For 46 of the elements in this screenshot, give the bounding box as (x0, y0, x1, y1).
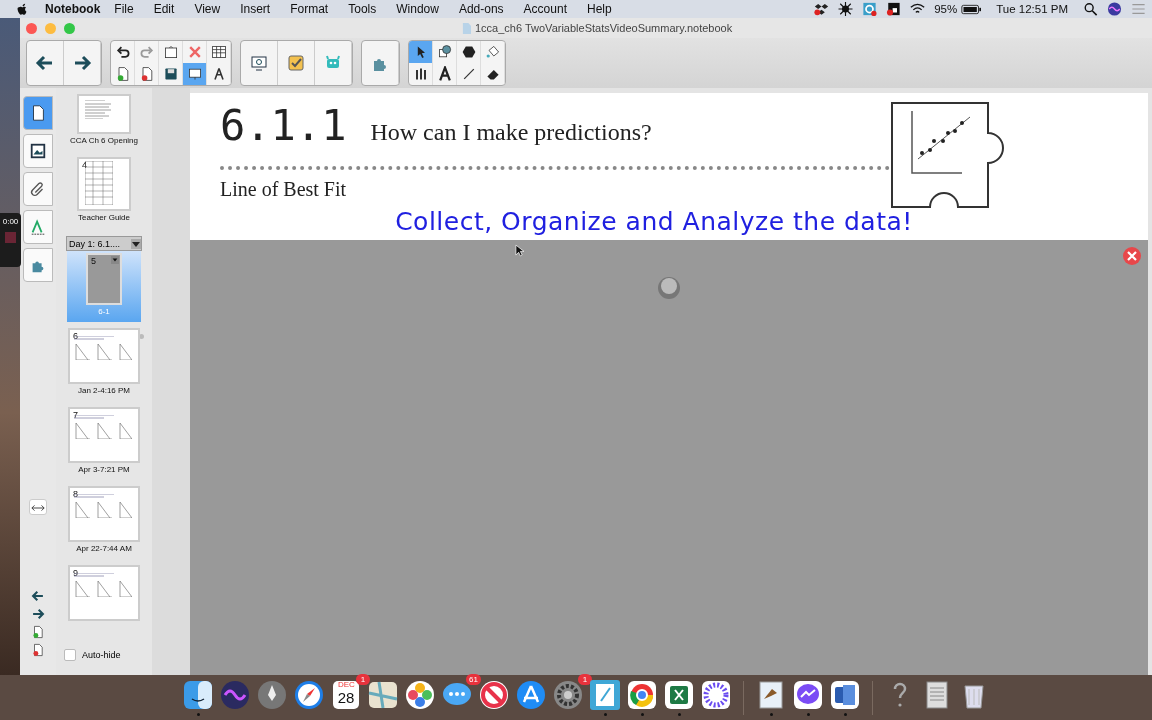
page-label: CCA Ch 6 Opening (69, 136, 138, 145)
group-dropdown[interactable]: Day 1: 6.1.... (66, 236, 142, 251)
recording-time: 0:00 (2, 217, 19, 226)
menu-item[interactable]: Edit (153, 2, 175, 16)
menu-item[interactable]: Format (290, 2, 329, 16)
menu-item[interactable]: Insert (240, 2, 271, 16)
page-sorter-item[interactable]: 9 (67, 563, 141, 627)
page-number: 4 (82, 160, 87, 170)
page-label: Apr 22-7:44 AM (76, 544, 132, 553)
notification-badge: 61 (466, 674, 481, 685)
menu-item[interactable]: Window (396, 2, 439, 16)
clock[interactable]: Tue 12:51 PM (996, 3, 1068, 15)
menu-item[interactable]: Help (586, 2, 612, 16)
page-number: 7 (73, 410, 78, 420)
page-sorter-item[interactable]: CCA Ch 6 Opening (67, 92, 141, 151)
page-label: 6-1 (98, 307, 110, 316)
menu-item[interactable]: View (194, 2, 221, 16)
banner-text: Collect, Organize and Analyze the data! (395, 207, 913, 236)
menu-item[interactable]: Account (523, 2, 567, 16)
page-number: 6 (73, 331, 78, 341)
calendar-icon[interactable]: DEC 28 (330, 679, 362, 711)
notification-badge: 1 (356, 674, 370, 685)
app-menu[interactable]: Notebook (45, 2, 101, 16)
calendar-month: DEC (338, 680, 354, 689)
page-label: Teacher Guide (78, 213, 130, 222)
page-sorter-item[interactable]: 4 Teacher Guide (67, 155, 141, 228)
menu-item[interactable]: Tools (348, 2, 377, 16)
page-sorter-item[interactable]: 8 Apr 22-7:44 AM (67, 484, 141, 559)
window-title: 1cca_ch6 TwoVariableStatsVideoSummary.notebook (475, 22, 733, 34)
page-sorter-item[interactable]: 5 6-1 (67, 251, 141, 322)
battery-percent: 95% (934, 3, 958, 15)
menu-item[interactable]: File (114, 2, 134, 16)
checkbox-label: Auto-hide (82, 650, 121, 660)
page-label: Apr 3-7:21 PM (78, 465, 130, 474)
page-number: 8 (73, 489, 78, 499)
lesson-subtitle: Line of Best Fit (220, 178, 347, 200)
lesson-number: 6.1.1 (220, 101, 347, 150)
page-label: Jan 2-4:16 PM (78, 386, 130, 395)
page-number: 9 (73, 568, 78, 578)
page-sorter-item[interactable]: 7 Apr 3-7:21 PM (67, 405, 141, 480)
page-number: 5 (91, 256, 96, 266)
lesson-title: How can I make predictions? (370, 119, 652, 146)
menu-item[interactable]: Add-ons (458, 2, 504, 16)
calendar-day: 28 (330, 689, 362, 706)
notification-badge: 1 (578, 674, 592, 685)
page-sorter-item[interactable]: 6 Jan 2-4:16 PM (67, 326, 141, 401)
